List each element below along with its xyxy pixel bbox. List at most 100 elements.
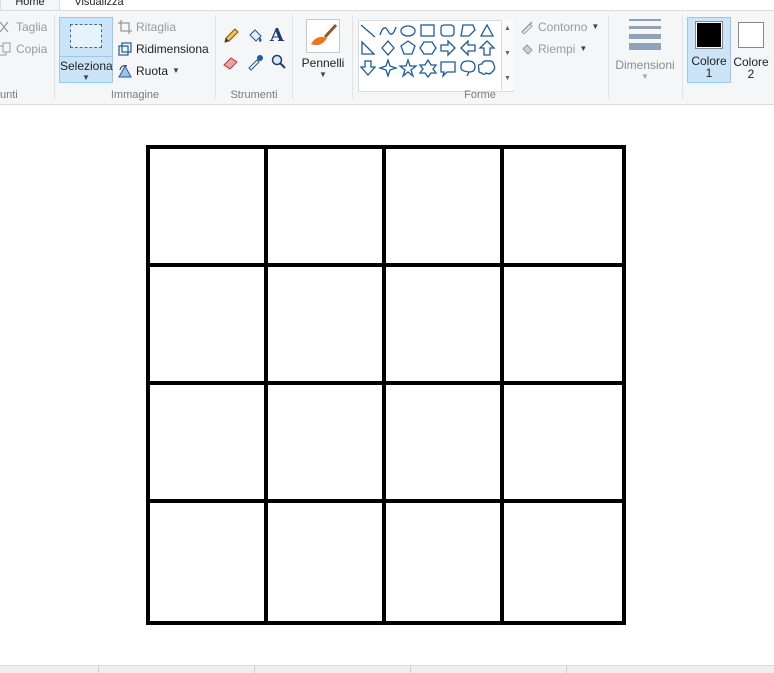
pencil-icon[interactable]: [222, 27, 240, 45]
color2-swatch: [738, 22, 764, 48]
crop-icon: [118, 20, 132, 34]
rotate-button[interactable]: Ruota ▼: [118, 61, 180, 81]
grid-cell: [504, 267, 622, 385]
color1-swatch: [695, 21, 723, 49]
color1-fill: [697, 23, 721, 47]
color2-number: 2: [747, 67, 755, 81]
ribbon: Taglia Copia unti Seleziona ▼ Ritaglia R…: [0, 11, 774, 105]
grid-cell: [386, 149, 504, 267]
grid-cell: [268, 149, 386, 267]
outline-label: Contorno: [538, 20, 588, 34]
group-separator: [682, 15, 683, 99]
cloud-callout-icon: [477, 60, 496, 76]
cut-button[interactable]: Taglia: [0, 17, 47, 37]
select-button[interactable]: Seleziona ▼: [59, 17, 113, 83]
grid-cell: [504, 385, 622, 503]
crop-button[interactable]: Ritaglia: [118, 17, 176, 37]
shapes-gallery: [358, 20, 514, 92]
grid-cell: [150, 267, 268, 385]
rotate-label: Ruota: [136, 64, 169, 78]
four-point-star-icon: [377, 57, 399, 79]
resize-button[interactable]: Ridimensiona: [118, 39, 209, 59]
shapes-scrollbar[interactable]: ▲ ▼ ▼: [501, 20, 514, 90]
chevron-down-icon: ▼: [82, 73, 90, 82]
color1-number: 1: [705, 66, 713, 80]
oval-icon: [400, 25, 416, 37]
right-triangle-icon: [361, 40, 376, 55]
size-button[interactable]: Dimensioni ▼: [612, 17, 678, 83]
group-separator: [292, 15, 293, 99]
triangle-icon: [479, 23, 495, 37]
grid-cell: [504, 149, 622, 267]
crop-label: Ritaglia: [136, 20, 177, 34]
color2-button[interactable]: Colore 2: [731, 17, 771, 81]
grid-cell: [150, 503, 268, 621]
five-point-star-icon: [398, 57, 418, 78]
scroll-down-icon[interactable]: ▼: [504, 50, 511, 57]
shapes-group-label: Forme: [464, 89, 496, 101]
line-width-icon: [629, 19, 661, 50]
grid-cell: [268, 267, 386, 385]
rotate-icon: [118, 64, 132, 78]
copy-button[interactable]: Copia: [0, 39, 47, 59]
group-separator: [608, 15, 609, 99]
copy-label: Copia: [16, 42, 48, 56]
outline-button[interactable]: Contorno ▼: [520, 17, 599, 37]
grid-cell: [268, 385, 386, 503]
hexagon-icon: [419, 41, 437, 55]
grid-cell: [268, 503, 386, 621]
right-arrow-icon: [440, 39, 456, 57]
line-icon: [360, 24, 376, 38]
down-arrow-icon: [359, 60, 377, 76]
image-group: Seleziona ▼ Ritaglia Ridimensiona Ruota …: [55, 11, 215, 104]
grid-cell: [504, 503, 622, 621]
up-arrow-icon: [478, 40, 496, 56]
chevron-down-icon: ▼: [591, 22, 600, 31]
outline-icon: [520, 20, 534, 35]
left-arrow-icon: [460, 39, 476, 57]
brush-icon: [306, 19, 340, 53]
eraser-icon[interactable]: [222, 53, 240, 71]
grid-cell: [386, 267, 504, 385]
tab-view[interactable]: Visualizza: [64, 0, 134, 10]
chevron-down-icon: ▼: [641, 72, 649, 81]
grid-cell: [150, 149, 268, 267]
curve-icon: [379, 26, 397, 36]
tab-home[interactable]: Home: [0, 0, 60, 10]
chevron-down-icon: ▼: [319, 70, 327, 79]
select-label: Seleziona: [60, 56, 113, 73]
grid-cell: [386, 385, 504, 503]
color-picker-icon[interactable]: [246, 53, 264, 71]
chevron-down-icon: ▼: [579, 44, 588, 53]
resize-icon: [118, 42, 132, 56]
copy-icon: [0, 42, 12, 56]
oval-callout-icon: [460, 60, 476, 77]
tools-group-label: Strumenti: [230, 89, 278, 101]
group-separator: [352, 15, 353, 99]
resize-label: Ridimensiona: [136, 42, 209, 56]
polygon-icon: [460, 24, 476, 37]
magnifier-icon[interactable]: [270, 53, 288, 71]
expand-gallery-icon[interactable]: ▼: [504, 75, 511, 82]
fill-button[interactable]: Riempi ▼: [520, 39, 587, 59]
brushes-button[interactable]: Pennelli ▼: [298, 17, 348, 83]
fill-bucket-icon[interactable]: [246, 27, 264, 45]
scroll-up-icon[interactable]: ▲: [504, 25, 511, 32]
color1-button[interactable]: Colore 1: [687, 17, 731, 83]
pentagon-icon: [400, 40, 416, 55]
diamond-icon: [381, 40, 395, 56]
grid-cell: [150, 385, 268, 503]
fill-icon: [520, 42, 534, 56]
rectangle-icon: [420, 24, 435, 37]
six-point-star-icon: [418, 58, 438, 79]
select-icon: [70, 24, 102, 48]
drawing-grid[interactable]: [146, 145, 626, 625]
grid-cell: [386, 503, 504, 621]
brushes-label: Pennelli: [301, 56, 345, 70]
rounded-callout-icon: [440, 61, 456, 79]
rounded-rectangle-icon: [440, 24, 455, 37]
text-tool-icon[interactable]: A: [270, 25, 288, 46]
chevron-down-icon: ▼: [172, 66, 180, 75]
image-group-label: Immagine: [110, 89, 160, 101]
tools-group: A Strumenti: [216, 11, 292, 104]
